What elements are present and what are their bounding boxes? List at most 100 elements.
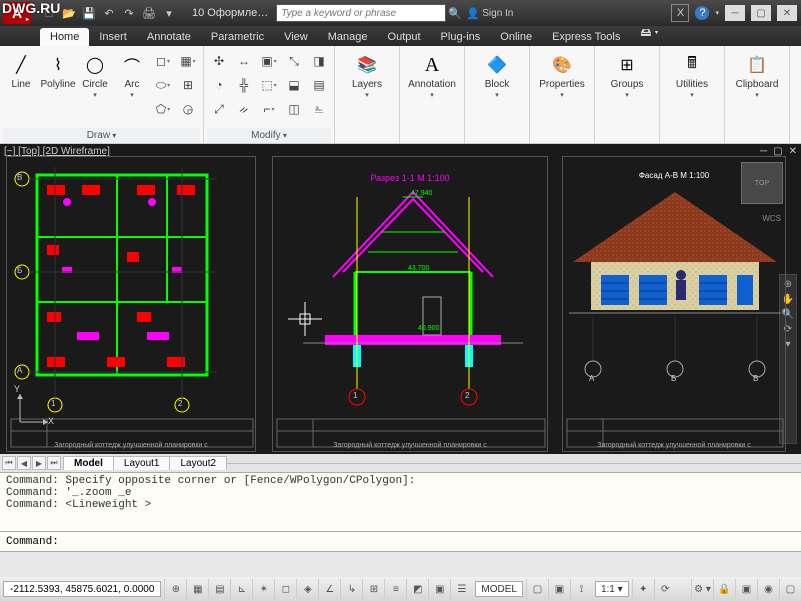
sb-snap-icon[interactable]: ▦: [186, 579, 208, 599]
layout-tab-2[interactable]: Layout2: [169, 456, 227, 470]
copy-button[interactable]: ◔: [208, 74, 230, 96]
tab-online[interactable]: Online: [490, 28, 542, 46]
command-history[interactable]: Command: Specify opposite corner or [Fen…: [0, 472, 801, 532]
sb-layout-quick-icon[interactable]: ▢: [526, 579, 548, 599]
erase-button[interactable]: ⤡: [283, 50, 305, 72]
sb-ortho-icon[interactable]: ⊾: [230, 579, 252, 599]
clipboard-button[interactable]: 📋Clipboard▾: [729, 50, 785, 101]
sb-3dosnap-icon[interactable]: ◈: [296, 579, 318, 599]
sb-osnap-icon[interactable]: ◻: [274, 579, 296, 599]
tab-annotate[interactable]: Annotate: [137, 28, 201, 46]
sb-scale[interactable]: 1:1 ▾: [595, 581, 629, 597]
rotate-button[interactable]: ↔: [233, 50, 255, 72]
layout-tab-1[interactable]: Layout1: [113, 456, 171, 470]
trim-button[interactable]: ▣: [258, 50, 280, 72]
sb-polar-icon[interactable]: ✴: [252, 579, 274, 599]
sb-annoscale-icon[interactable]: ⟟: [570, 579, 592, 599]
tab-insert[interactable]: Insert: [89, 28, 137, 46]
mod-13[interactable]: ▤: [308, 74, 330, 96]
tab-home[interactable]: Home: [40, 28, 89, 46]
draw-small-2[interactable]: ⬭: [152, 74, 174, 96]
lt-prev-icon[interactable]: ◀: [17, 456, 31, 470]
panel-properties: 🎨Properties▾: [530, 46, 595, 143]
lt-first-icon[interactable]: ⏮: [2, 456, 16, 470]
qat-save-icon[interactable]: 💾: [80, 4, 98, 22]
sb-hardware-icon[interactable]: ▣: [735, 579, 757, 599]
properties-button[interactable]: 🎨Properties▾: [534, 50, 590, 101]
draw-small-3[interactable]: ⬠: [152, 98, 174, 120]
sb-model-toggle[interactable]: MODEL: [475, 581, 523, 597]
mod-12[interactable]: ◨: [308, 50, 330, 72]
arc-button[interactable]: ⌒Arc▾: [115, 50, 149, 101]
sb-isolate-icon[interactable]: ◉: [757, 579, 779, 599]
block-button[interactable]: 🔷Block▾: [469, 50, 525, 101]
mod-14[interactable]: ⎁: [308, 98, 330, 120]
qat-print-icon[interactable]: 🖨: [140, 4, 158, 22]
sb-dyn-icon[interactable]: ⊞: [362, 579, 384, 599]
sb-clean-icon[interactable]: ▢: [779, 579, 801, 599]
draw-small-1[interactable]: ◻: [152, 50, 174, 72]
sb-otrack-icon[interactable]: ∠: [318, 579, 340, 599]
fillet-button[interactable]: ⬚: [258, 74, 280, 96]
panel-modify-label[interactable]: Modify: [207, 128, 331, 143]
panel-draw-label[interactable]: Draw: [3, 128, 200, 143]
command-input[interactable]: [65, 536, 795, 548]
qat-dropdown-icon[interactable]: ▾: [160, 4, 178, 22]
utilities-button[interactable]: 🖩Utilities▾: [664, 50, 720, 101]
sb-ducs-icon[interactable]: ↳: [340, 579, 362, 599]
sb-infer-icon[interactable]: ⊕: [164, 579, 186, 599]
drawing-canvas[interactable]: [−] [Top] [2D Wireframe] ─ ▢ ✕ TOP WCS ⊕…: [0, 144, 801, 454]
sb-layout-max-icon[interactable]: ▣: [548, 579, 570, 599]
layout-tab-model[interactable]: Model: [63, 456, 114, 470]
sb-lwt-icon[interactable]: ≡: [384, 579, 406, 599]
qat-undo-icon[interactable]: ↶: [100, 4, 118, 22]
ribbon-extras-icon[interactable]: 🖴 ▾: [630, 21, 668, 46]
minimize-button[interactable]: ─: [725, 5, 745, 21]
circle-button[interactable]: ◯Circle▾: [78, 50, 112, 101]
tab-express[interactable]: Express Tools: [542, 28, 630, 46]
sb-sc-icon[interactable]: ☰: [450, 579, 472, 599]
qat-open-icon[interactable]: 📂: [60, 4, 78, 22]
scale-button[interactable]: ᨀ: [233, 98, 255, 120]
tab-manage[interactable]: Manage: [318, 28, 378, 46]
sb-annoauto-icon[interactable]: ⟳: [654, 579, 676, 599]
move-button[interactable]: ✣: [208, 50, 230, 72]
array-button[interactable]: ⌐: [258, 98, 280, 120]
tab-plugins[interactable]: Plug-ins: [431, 28, 491, 46]
tab-view[interactable]: View: [274, 28, 318, 46]
axis-b1: Б: [17, 266, 22, 275]
lt-last-icon[interactable]: ⏭: [47, 456, 61, 470]
sb-grid-icon[interactable]: ▤: [208, 579, 230, 599]
maximize-button[interactable]: ▢: [751, 5, 771, 21]
line-button[interactable]: ╱Line: [4, 50, 38, 90]
coordinate-display[interactable]: -2112.5393, 45875.6021, 0.0000: [3, 581, 161, 597]
mirror-button[interactable]: ╬: [233, 74, 255, 96]
vp-close-icon[interactable]: ✕: [789, 146, 797, 157]
annotation-button[interactable]: AAnnotation▾: [404, 50, 460, 101]
close-button[interactable]: ✕: [777, 5, 797, 21]
signin-label[interactable]: Sign In: [482, 8, 513, 19]
qat-redo-icon[interactable]: ↷: [120, 4, 138, 22]
draw-small-4[interactable]: ▦: [177, 50, 199, 72]
search-input[interactable]: [276, 4, 446, 22]
search-icon[interactable]: 🔍: [446, 4, 464, 22]
layers-button[interactable]: 📚Layers▾: [339, 50, 395, 101]
sb-qp-icon[interactable]: ▣: [428, 579, 450, 599]
sb-annovis-icon[interactable]: ✦: [632, 579, 654, 599]
explode-button[interactable]: ⬓: [283, 74, 305, 96]
sb-lock-icon[interactable]: 🔒: [713, 579, 735, 599]
tab-parametric[interactable]: Parametric: [201, 28, 274, 46]
tab-output[interactable]: Output: [378, 28, 431, 46]
polyline-button[interactable]: ⌇Polyline: [41, 50, 75, 90]
lt-next-icon[interactable]: ▶: [32, 456, 46, 470]
sb-tran-icon[interactable]: ◩: [406, 579, 428, 599]
draw-small-5[interactable]: ⊞: [177, 74, 199, 96]
sb-ws-icon[interactable]: ⚙ ▾: [691, 579, 713, 599]
exchange-icon[interactable]: X: [671, 4, 689, 22]
signin-icon[interactable]: 👤: [464, 4, 482, 22]
offset-button[interactable]: ◫: [283, 98, 305, 120]
groups-button[interactable]: ⊞Groups▾: [599, 50, 655, 101]
draw-small-6[interactable]: ◶: [177, 98, 199, 120]
stretch-button[interactable]: ⤢: [208, 98, 230, 120]
help-icon[interactable]: ?: [695, 6, 709, 20]
